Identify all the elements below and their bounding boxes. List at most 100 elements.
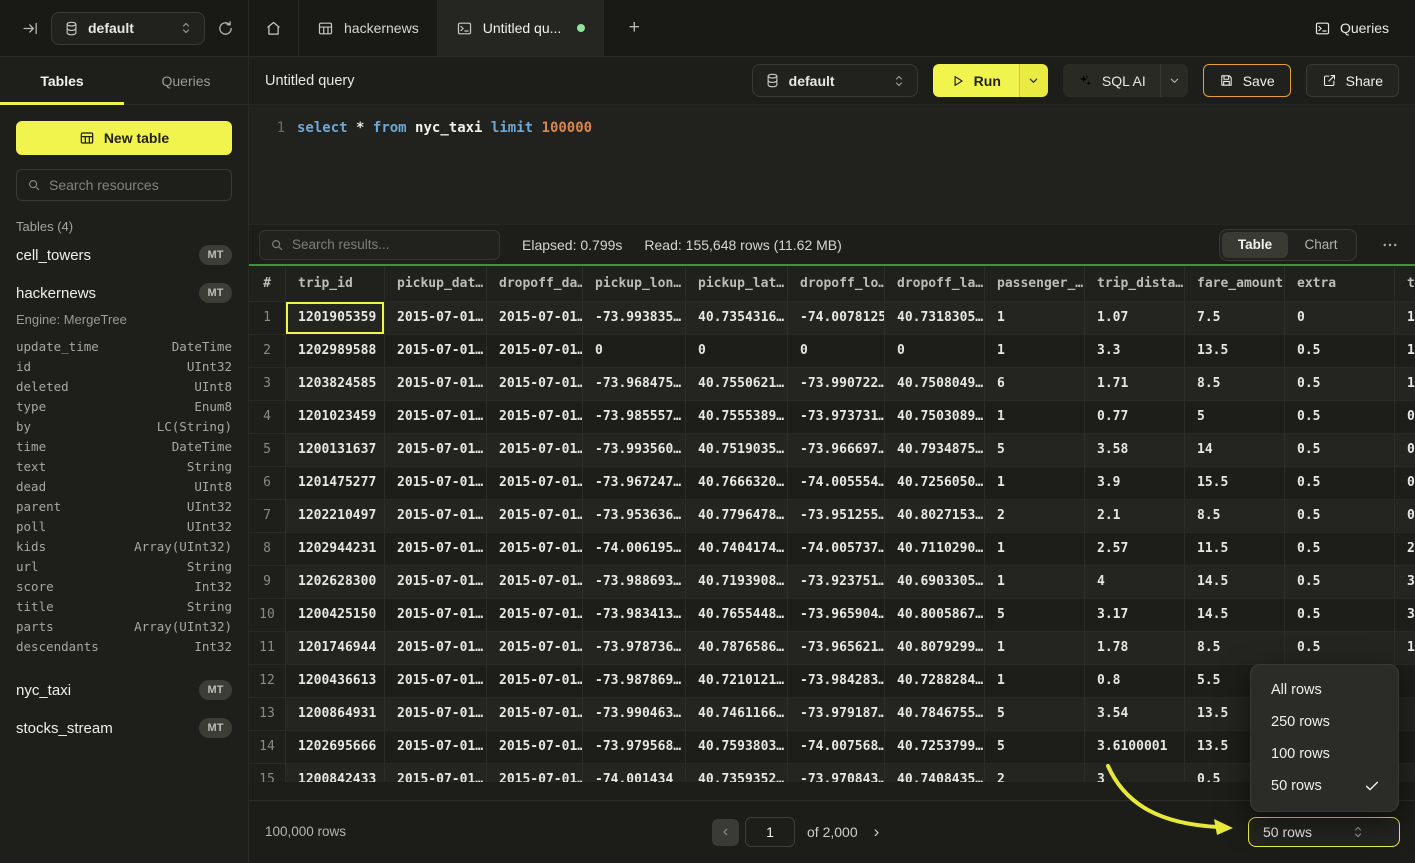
cell[interactable]: 40.7404174… <box>686 533 788 566</box>
cell[interactable]: 1202210497 <box>286 500 385 533</box>
cell[interactable]: 2015-07-01… <box>385 599 487 632</box>
cell[interactable]: 40.7256050… <box>885 467 985 500</box>
column-header[interactable]: dropoff_la… <box>885 266 985 302</box>
sidebar-item-nyc-taxi[interactable]: nyc_taxi MT <box>0 673 248 707</box>
cell[interactable]: 2015-07-01… <box>385 566 487 599</box>
cell[interactable]: 0 <box>885 335 985 368</box>
cell[interactable]: 2015-07-01… <box>385 467 487 500</box>
chevron-down-icon[interactable] <box>1161 75 1188 86</box>
cell[interactable]: 1200842433 <box>286 764 385 782</box>
cell[interactable]: 1201475277 <box>286 467 385 500</box>
new-table-button[interactable]: New table <box>16 121 232 155</box>
cell[interactable]: 0 <box>686 335 788 368</box>
cell[interactable]: 0.5 <box>1285 566 1395 599</box>
sidebar-item-stocks-stream[interactable]: stocks_stream MT <box>0 711 248 745</box>
tab-untitled-query[interactable]: Untitled qu... <box>438 0 605 56</box>
cell[interactable]: -73.965904… <box>788 599 885 632</box>
cell[interactable]: -74.005737… <box>788 533 885 566</box>
next-page-button[interactable]: › <box>870 822 884 842</box>
queries-button[interactable]: Queries <box>1314 0 1415 56</box>
cell[interactable]: 3.54 <box>1085 698 1185 731</box>
cell[interactable]: 1200864931 <box>286 698 385 731</box>
cell[interactable]: 40.7550621… <box>686 368 788 401</box>
page-size-option[interactable]: All rows <box>1251 674 1398 706</box>
cell[interactable]: -73.985557… <box>583 401 686 434</box>
cell[interactable]: 2015-07-01… <box>385 335 487 368</box>
cell[interactable]: 0 <box>788 335 885 368</box>
cell[interactable]: 8.5 <box>1185 632 1285 665</box>
cell[interactable]: 2015-07-01… <box>385 698 487 731</box>
cell[interactable]: 5 <box>1185 401 1285 434</box>
cell[interactable]: 40.7288284… <box>885 665 985 698</box>
cell[interactable]: -73.966697… <box>788 434 885 467</box>
page-size-option[interactable]: 50 rows <box>1251 770 1398 802</box>
toolbar-database-selector[interactable]: default <box>752 64 918 97</box>
cell[interactable]: 40.7253799… <box>885 731 985 764</box>
cell[interactable]: 40.7555389… <box>686 401 788 434</box>
cell[interactable]: 40.7796478… <box>686 500 788 533</box>
cell[interactable]: 5 <box>985 599 1085 632</box>
cell[interactable]: 40.7876586… <box>686 632 788 665</box>
cell[interactable]: 2 <box>985 764 1085 782</box>
cell[interactable]: 13.5 <box>1185 335 1285 368</box>
cell[interactable]: 2015-07-01… <box>385 764 487 782</box>
cell[interactable]: 40.7655448… <box>686 599 788 632</box>
cell[interactable]: 3.58 <box>1085 434 1185 467</box>
cell[interactable]: -73.983413… <box>583 599 686 632</box>
cell[interactable]: -73.970843… <box>788 764 885 782</box>
cell[interactable]: 1 <box>985 335 1085 368</box>
cell[interactable]: 1200436613 <box>286 665 385 698</box>
column-header[interactable]: # <box>249 266 286 302</box>
cell[interactable]: 1 <box>1395 632 1415 665</box>
page-size-option[interactable]: 100 rows <box>1251 738 1398 770</box>
cell[interactable]: 0 <box>1395 401 1415 434</box>
cell[interactable]: 8.5 <box>1185 368 1285 401</box>
cell[interactable]: 1 <box>985 632 1085 665</box>
cell[interactable]: 40.7210121… <box>686 665 788 698</box>
cell[interactable]: 40.7461166… <box>686 698 788 731</box>
cell[interactable]: -73.953636… <box>583 500 686 533</box>
cell[interactable]: 0.5 <box>1285 632 1395 665</box>
cell[interactable]: 2015-07-01… <box>385 302 487 335</box>
cell[interactable]: 40.7846755… <box>885 698 985 731</box>
cell[interactable]: 40.8027153… <box>885 500 985 533</box>
cell[interactable]: 1.07 <box>1085 302 1185 335</box>
cell[interactable]: 1 <box>985 533 1085 566</box>
column-header[interactable]: passenger_… <box>985 266 1085 302</box>
cell[interactable]: 0.5 <box>1285 335 1395 368</box>
cell[interactable]: 2015-07-01… <box>487 599 583 632</box>
cell[interactable]: -74.006195… <box>583 533 686 566</box>
cell[interactable]: 2015-07-01… <box>385 731 487 764</box>
cell[interactable]: -73.968475… <box>583 368 686 401</box>
cell[interactable]: 7.5 <box>1185 302 1285 335</box>
cell[interactable]: -74.007568… <box>788 731 885 764</box>
cell[interactable]: 2015-07-01… <box>487 335 583 368</box>
cell[interactable]: 3.9 <box>1085 467 1185 500</box>
cell[interactable]: -73.987869… <box>583 665 686 698</box>
cell[interactable]: 40.7318305… <box>885 302 985 335</box>
cell[interactable]: 2015-07-01… <box>487 764 583 782</box>
column-header[interactable]: dropoff_da… <box>487 266 583 302</box>
cell[interactable]: 5 <box>985 434 1085 467</box>
cell[interactable]: -73.979187… <box>788 698 885 731</box>
cell[interactable]: -73.993835… <box>583 302 686 335</box>
cell[interactable]: 1200425150 <box>286 599 385 632</box>
cell[interactable]: 14.5 <box>1185 566 1285 599</box>
cell[interactable]: 40.7354316… <box>686 302 788 335</box>
cell[interactable]: 2015-07-01… <box>487 698 583 731</box>
page-input[interactable] <box>745 817 795 847</box>
cell[interactable]: 3.3 <box>1085 335 1185 368</box>
more-options-button[interactable] <box>1379 236 1401 254</box>
cell[interactable]: 40.8079299… <box>885 632 985 665</box>
cell[interactable]: 2.57 <box>1085 533 1185 566</box>
cell[interactable]: 0.8 <box>1085 665 1185 698</box>
cell[interactable]: -73.978736… <box>583 632 686 665</box>
cell[interactable]: 2015-07-01… <box>487 500 583 533</box>
cell[interactable]: 3.17 <box>1085 599 1185 632</box>
cell[interactable]: 0.5 <box>1285 500 1395 533</box>
cell[interactable]: 40.7359352… <box>686 764 788 782</box>
cell[interactable]: 0 <box>1395 500 1415 533</box>
cell[interactable]: 3.6100001 <box>1085 731 1185 764</box>
cell[interactable]: 1201746944 <box>286 632 385 665</box>
cell[interactable]: 1 <box>1395 368 1415 401</box>
